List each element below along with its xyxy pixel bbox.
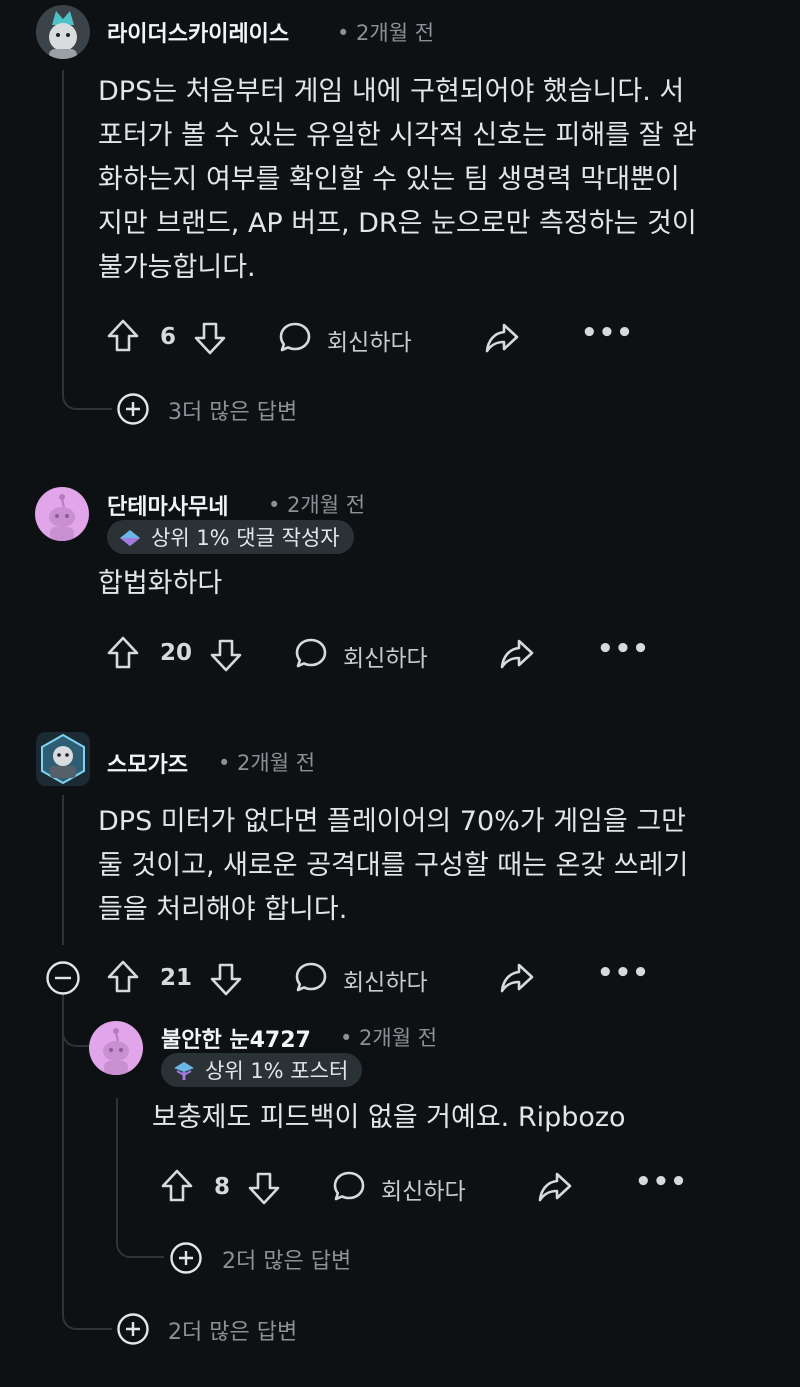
flair-badge-icon xyxy=(174,1062,194,1080)
comment-body: DPS는 처음부터 게임 내에 구현되어야 했습니다. 서 포터가 볼 수 있는… xyxy=(98,70,788,290)
collapse-minus-icon[interactable] xyxy=(45,960,81,996)
vote-count: 8 xyxy=(214,1174,231,1200)
vote-count: 20 xyxy=(160,640,193,666)
more-replies-link[interactable]: 2더 많은 답변 xyxy=(222,1243,351,1275)
thread-curve xyxy=(116,1228,164,1258)
comment-line: 둘 것이고, 새로운 공격대를 구성할 때는 온갖 쓰레기 xyxy=(98,850,689,881)
comment-line: DPS는 처음부터 게임 내에 구현되어야 했습니다. 서 xyxy=(98,76,685,107)
thread-curve xyxy=(62,1015,92,1047)
flair-badge-icon xyxy=(120,530,140,546)
comment-timestamp: • 2개월 전 xyxy=(337,21,435,45)
avatar[interactable] xyxy=(89,1021,143,1075)
reply-button[interactable]: 회신하다 xyxy=(343,963,428,997)
reply-bubble-icon[interactable] xyxy=(278,320,312,354)
upvote-icon[interactable] xyxy=(106,635,140,671)
upvote-icon[interactable] xyxy=(106,959,140,995)
avatar[interactable] xyxy=(36,5,90,59)
thread-line xyxy=(62,795,64,945)
more-options-button[interactable]: ••• xyxy=(581,318,634,348)
comment-line: DPS 미터가 없다면 플레이어의 70%가 게임을 그만 xyxy=(98,806,686,837)
comment-author[interactable]: 단테마사무네 xyxy=(107,489,228,521)
more-options-button[interactable]: ••• xyxy=(635,1167,688,1197)
user-flair: 상위 1% 댓글 작성자 xyxy=(107,520,354,554)
more-options-button[interactable]: ••• xyxy=(597,958,650,988)
comment-line: 들을 처리해야 합니다. xyxy=(98,894,348,925)
comment-line: 보충제도 피드백이 없을 거예요. Ripbozo xyxy=(152,1102,626,1133)
user-flair: 상위 1% 포스터 xyxy=(161,1053,363,1087)
comment-line: 지만 브랜드, AP 버프, DR은 눈으로만 측정하는 것이 xyxy=(98,208,697,239)
share-icon[interactable] xyxy=(499,961,535,995)
upvote-icon[interactable] xyxy=(160,1168,194,1204)
comment-line: 합법화하다 xyxy=(98,568,223,599)
more-replies-link[interactable]: 3더 많은 답변 xyxy=(168,394,297,426)
downvote-icon[interactable] xyxy=(247,1170,281,1206)
downvote-icon[interactable] xyxy=(193,320,227,356)
comment-author[interactable]: 스모가즈 xyxy=(107,747,188,779)
thread-line xyxy=(62,70,64,390)
comment-line: 포터가 볼 수 있는 유일한 시각적 신호는 피해를 잘 완 xyxy=(98,120,697,151)
comment-author[interactable]: 라이더스카이레이스 xyxy=(107,16,289,48)
flair-label: 상위 1% 포스터 xyxy=(205,1059,349,1083)
reply-bubble-icon[interactable] xyxy=(332,1169,366,1203)
more-options-button[interactable]: ••• xyxy=(597,634,650,664)
reply-button[interactable]: 회신하다 xyxy=(327,323,412,357)
comment-author[interactable]: 불안한 눈4727 xyxy=(161,1022,311,1054)
flair-label: 상위 1% 댓글 작성자 xyxy=(151,526,340,550)
thread-line xyxy=(116,1098,118,1233)
avatar[interactable] xyxy=(36,732,90,786)
expand-plus-icon[interactable] xyxy=(116,1312,150,1346)
expand-plus-icon[interactable] xyxy=(169,1241,203,1275)
expand-plus-icon[interactable] xyxy=(116,392,150,426)
comment-timestamp: • 2개월 전 xyxy=(218,751,316,775)
comment-timestamp: • 2개월 전 xyxy=(340,1026,438,1050)
share-icon[interactable] xyxy=(484,321,520,355)
reply-bubble-icon[interactable] xyxy=(294,960,328,994)
vote-count: 21 xyxy=(160,965,193,991)
comment-line: 불가능합니다. xyxy=(98,252,256,283)
reply-button[interactable]: 회신하다 xyxy=(343,639,428,673)
reply-bubble-icon[interactable] xyxy=(294,636,328,670)
more-replies-link[interactable]: 2더 많은 답변 xyxy=(168,1314,297,1346)
share-icon[interactable] xyxy=(537,1170,573,1204)
downvote-icon[interactable] xyxy=(209,637,243,673)
comment-timestamp: • 2개월 전 xyxy=(268,493,366,517)
upvote-icon[interactable] xyxy=(106,318,140,354)
avatar[interactable] xyxy=(35,487,89,541)
downvote-icon[interactable] xyxy=(209,961,243,997)
comment-body: 보충제도 피드백이 없을 거예요. Ripbozo xyxy=(152,1096,782,1140)
thread-curve xyxy=(62,1290,112,1330)
thread-curve xyxy=(62,380,112,410)
share-icon[interactable] xyxy=(499,637,535,671)
vote-count: 6 xyxy=(160,324,177,350)
comment-body: DPS 미터가 없다면 플레이어의 70%가 게임을 그만 둘 것이고, 새로운… xyxy=(98,800,788,932)
comment-line: 화하는지 여부를 확인할 수 있는 팀 생명력 막대뿐이 xyxy=(98,164,680,195)
reply-button[interactable]: 회신하다 xyxy=(381,1172,466,1206)
comment-body: 합법화하다 xyxy=(98,562,788,606)
